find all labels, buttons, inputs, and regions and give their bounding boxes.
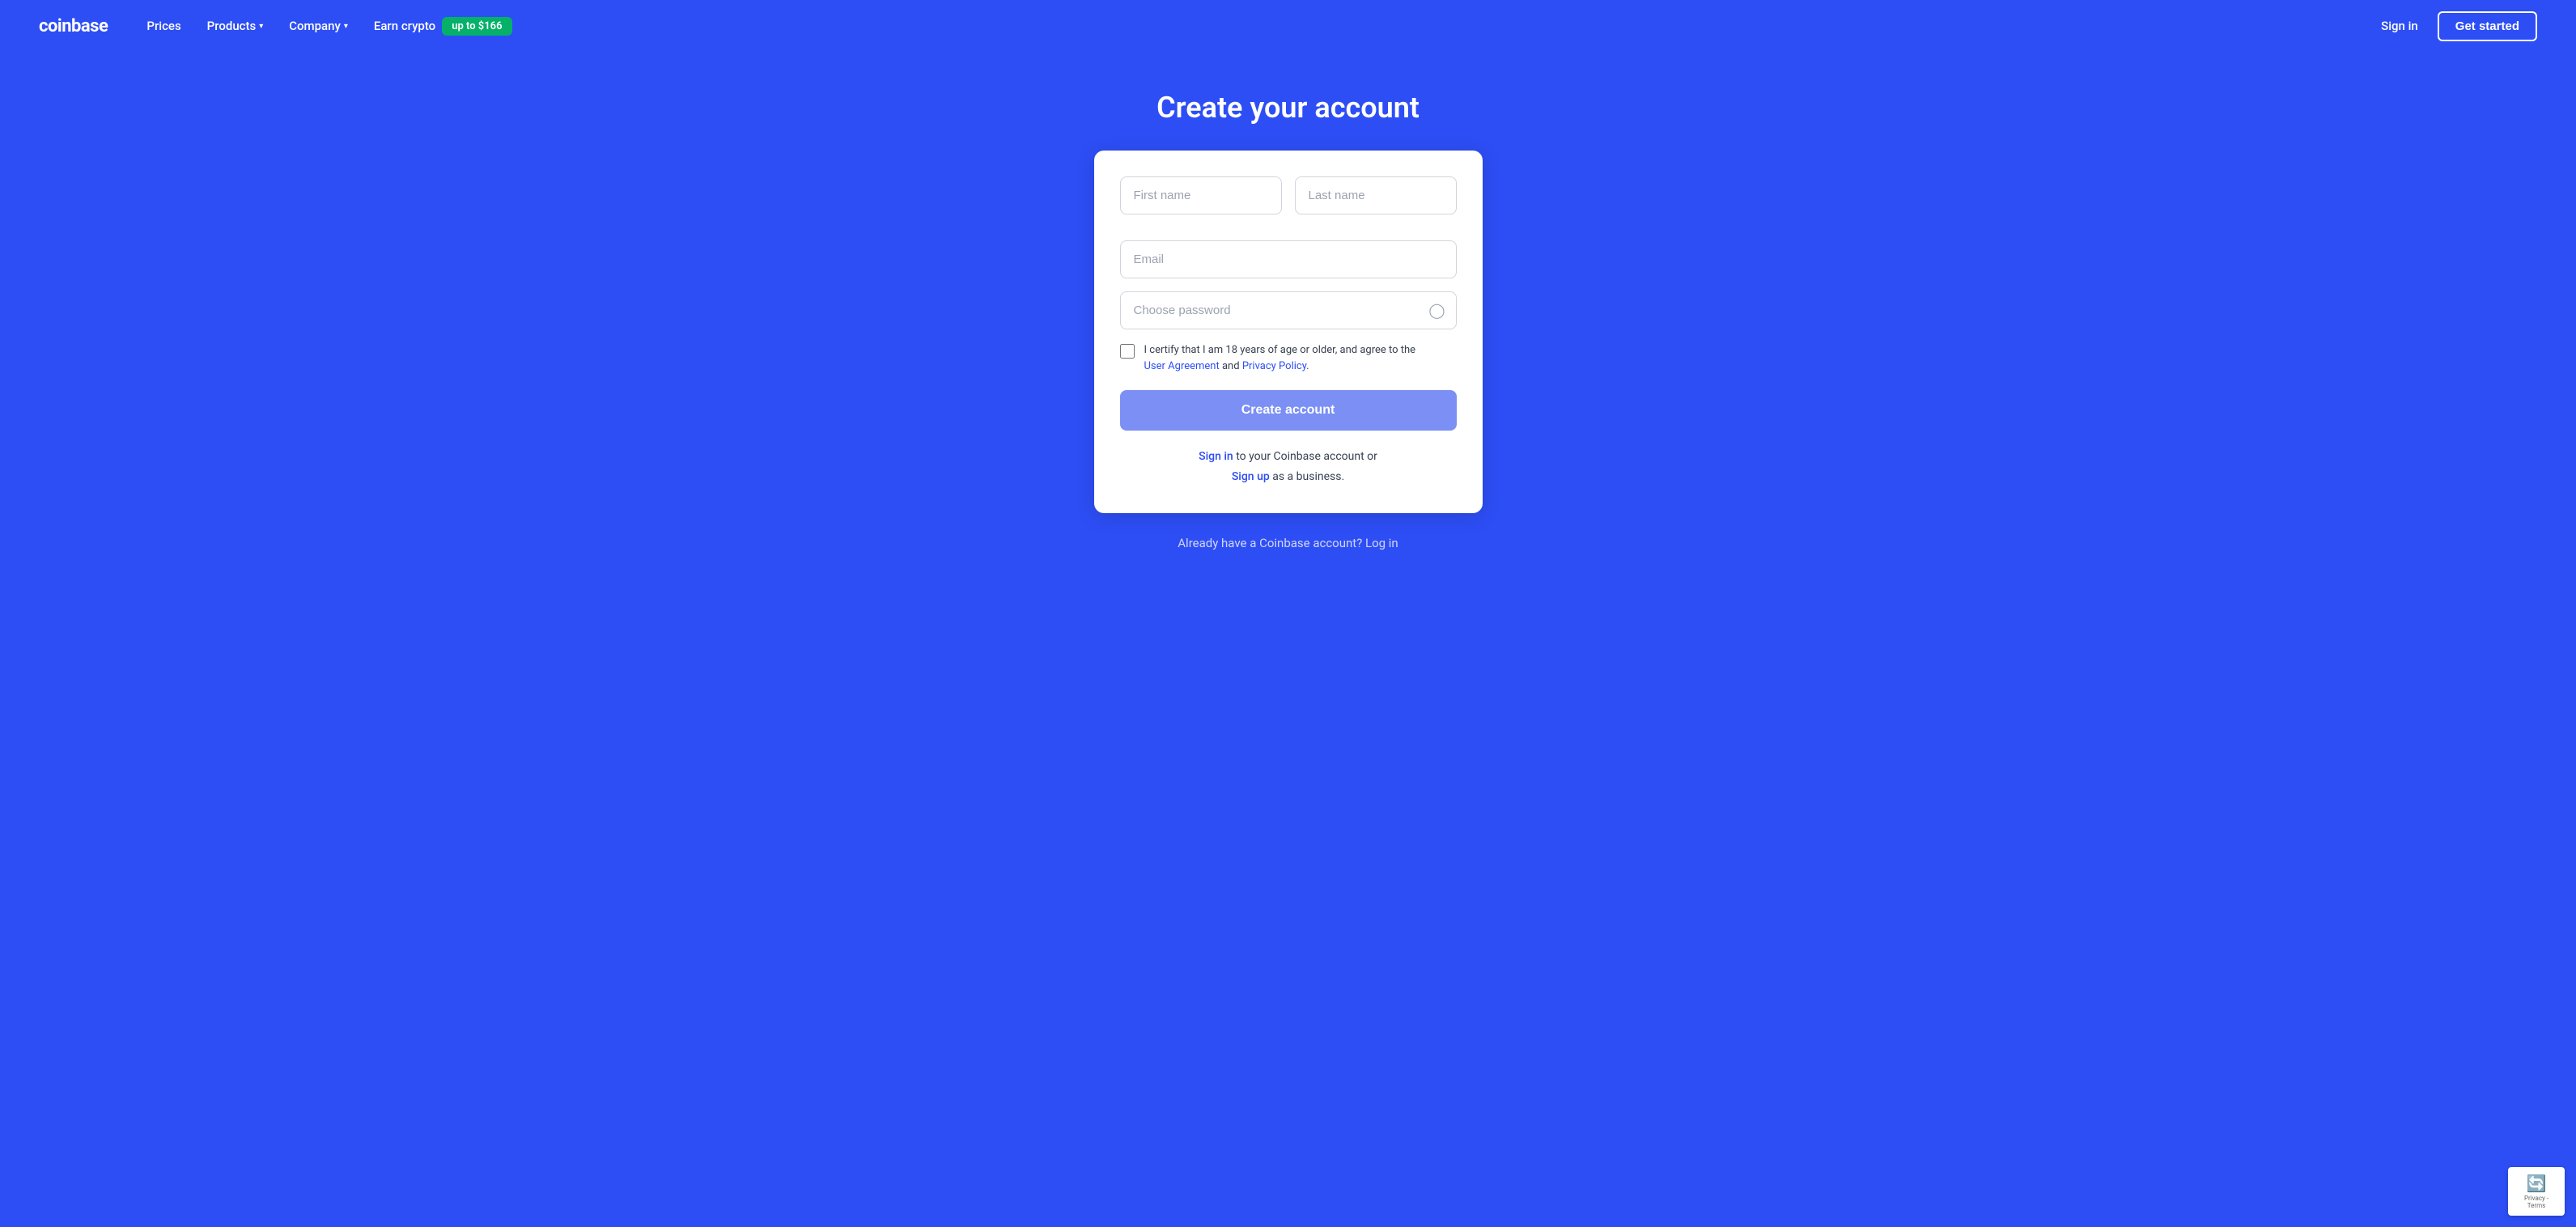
name-row bbox=[1120, 176, 1457, 227]
first-name-field bbox=[1120, 176, 1282, 214]
get-started-button[interactable]: Get started bbox=[2438, 11, 2537, 41]
coinbase-logo[interactable]: coinbase bbox=[39, 16, 108, 36]
terms-checkbox[interactable] bbox=[1120, 344, 1135, 359]
navbar-actions: Sign in Get started bbox=[2381, 11, 2537, 41]
nav-products[interactable]: Products ▾ bbox=[207, 19, 264, 33]
email-field bbox=[1120, 240, 1457, 278]
sign-in-link[interactable]: Sign in bbox=[1199, 450, 1233, 463]
page-title: Create your account bbox=[1156, 91, 1420, 125]
earn-badge[interactable]: up to $166 bbox=[442, 17, 511, 36]
navbar: coinbase Prices Products ▾ Company ▾ Ear… bbox=[0, 0, 2576, 52]
nav-prices[interactable]: Prices bbox=[146, 19, 180, 33]
last-name-input[interactable] bbox=[1295, 176, 1457, 214]
user-agreement-link[interactable]: User Agreement bbox=[1144, 360, 1220, 372]
privacy-policy-link[interactable]: Privacy Policy bbox=[1242, 360, 1306, 372]
password-field: ◯ bbox=[1120, 291, 1457, 329]
navbar-sign-in[interactable]: Sign in bbox=[2381, 19, 2418, 33]
last-name-field bbox=[1295, 176, 1457, 214]
products-label: Products bbox=[207, 19, 257, 33]
recaptcha-text: Privacy - Terms bbox=[2516, 1195, 2557, 1209]
company-chevron-icon: ▾ bbox=[344, 22, 348, 31]
earn-crypto-label[interactable]: Earn crypto bbox=[374, 19, 435, 33]
password-eye-icon[interactable]: ◯ bbox=[1428, 302, 1445, 319]
company-label: Company bbox=[289, 19, 341, 33]
products-chevron-icon: ▾ bbox=[259, 22, 263, 31]
terms-label: I certify that I am 18 years of age or o… bbox=[1144, 342, 1416, 374]
earn-crypto-section: Earn crypto up to $166 bbox=[374, 17, 512, 36]
first-name-input[interactable] bbox=[1120, 176, 1282, 214]
terms-checkbox-row: I certify that I am 18 years of age or o… bbox=[1120, 342, 1457, 374]
sign-up-link[interactable]: Sign up bbox=[1232, 470, 1270, 483]
and-text: and bbox=[1222, 360, 1240, 372]
checkbox-text: I certify that I am 18 years of age or o… bbox=[1144, 344, 1416, 356]
main-content: Create your account ◯ I certify that I a… bbox=[0, 52, 2576, 615]
recaptcha-icon: 🔄 bbox=[2527, 1174, 2547, 1193]
recaptcha-badge: 🔄 Privacy - Terms bbox=[2508, 1167, 2565, 1216]
create-account-button[interactable]: Create account bbox=[1120, 390, 1457, 431]
sign-in-text: to your Coinbase account or bbox=[1236, 450, 1377, 463]
sign-up-text: as a business. bbox=[1272, 470, 1344, 483]
nav-company[interactable]: Company ▾ bbox=[289, 19, 348, 33]
sign-in-row: Sign in to your Coinbase account or Sign… bbox=[1120, 447, 1457, 487]
nav-links: Prices Products ▾ Company ▾ Earn crypto … bbox=[146, 17, 2381, 36]
signup-form-card: ◯ I certify that I am 18 years of age or… bbox=[1094, 151, 1483, 513]
password-input[interactable] bbox=[1120, 291, 1457, 329]
bottom-login-text[interactable]: Already have a Coinbase account? Log in bbox=[1178, 536, 1398, 550]
prices-label: Prices bbox=[146, 19, 180, 33]
email-input[interactable] bbox=[1120, 240, 1457, 278]
period: . bbox=[1306, 360, 1309, 372]
